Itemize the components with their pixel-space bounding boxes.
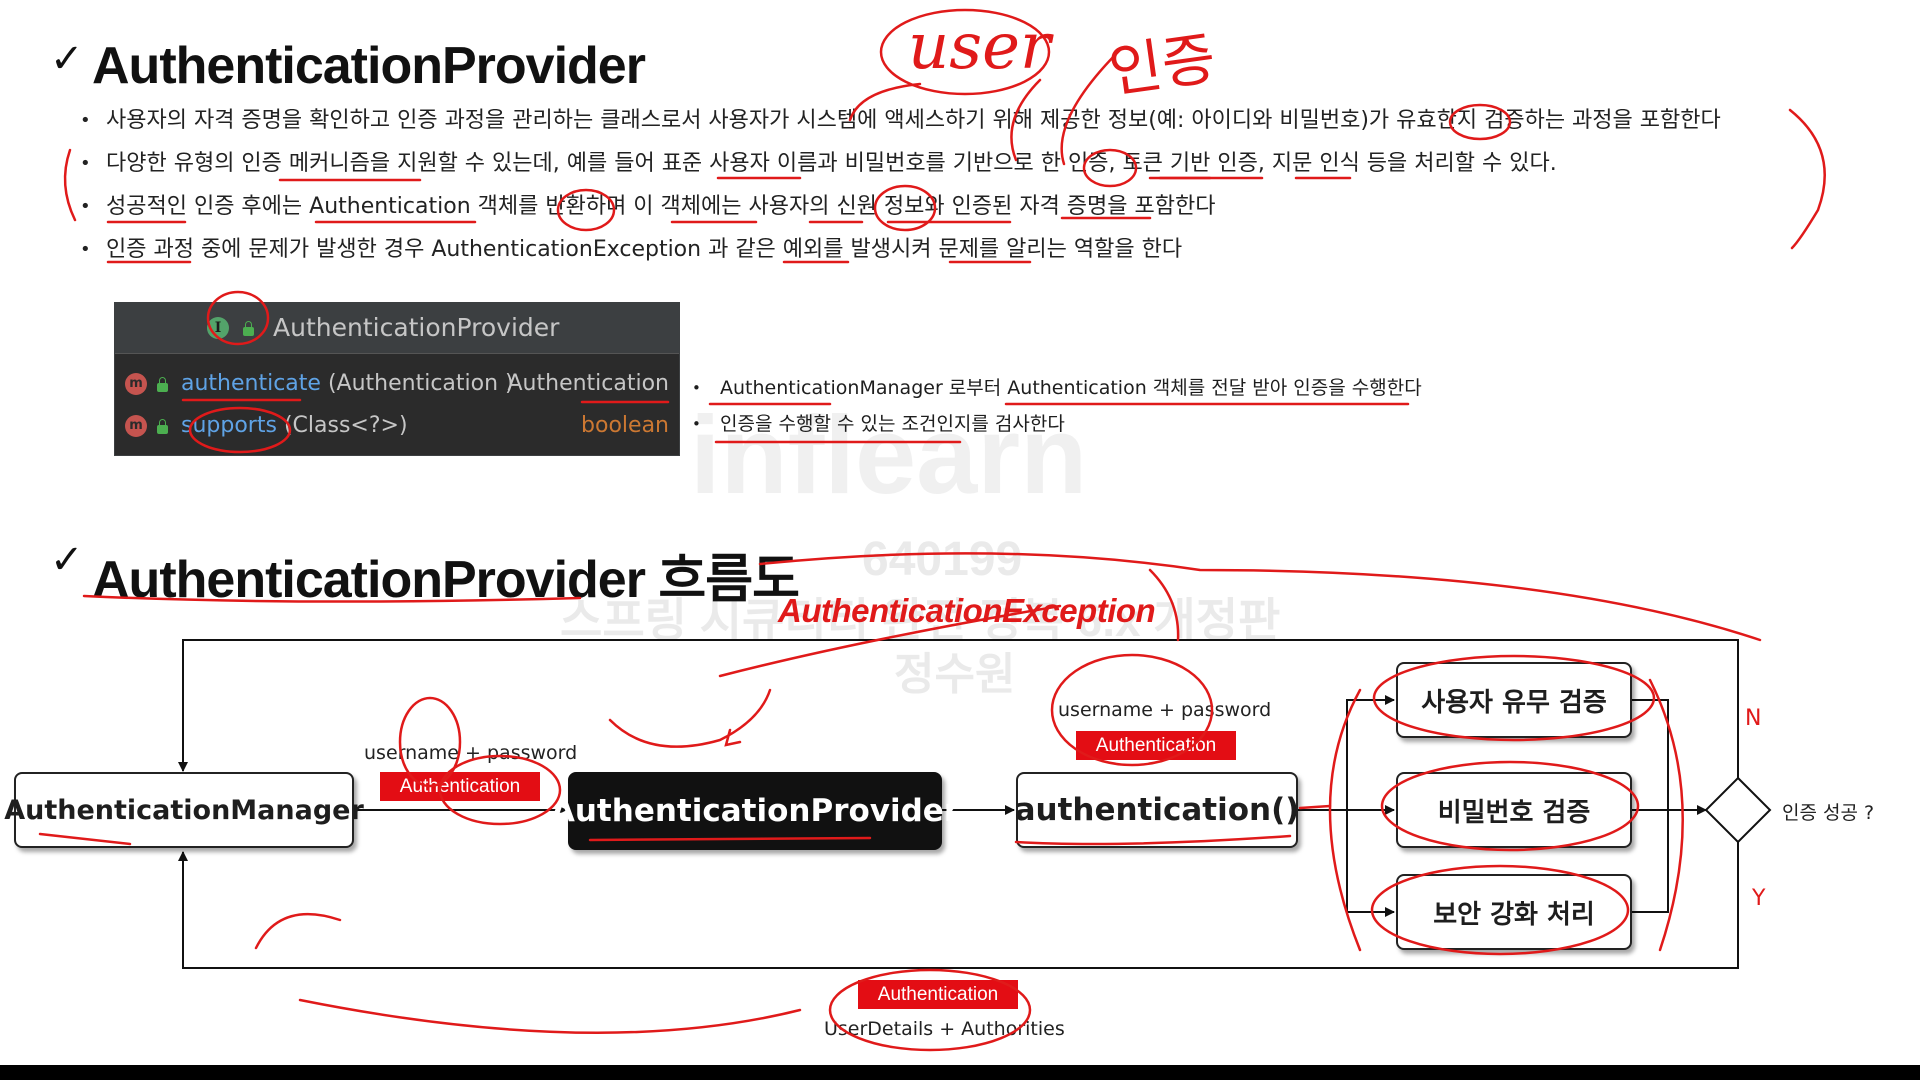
annotation-strokes	[38, 8, 1826, 1052]
slide: inflearn 640199 스프링 시큐리티 완전 정복 6.x 개정판 정…	[0, 0, 1920, 1065]
video-bottom-bar	[0, 1065, 1920, 1080]
